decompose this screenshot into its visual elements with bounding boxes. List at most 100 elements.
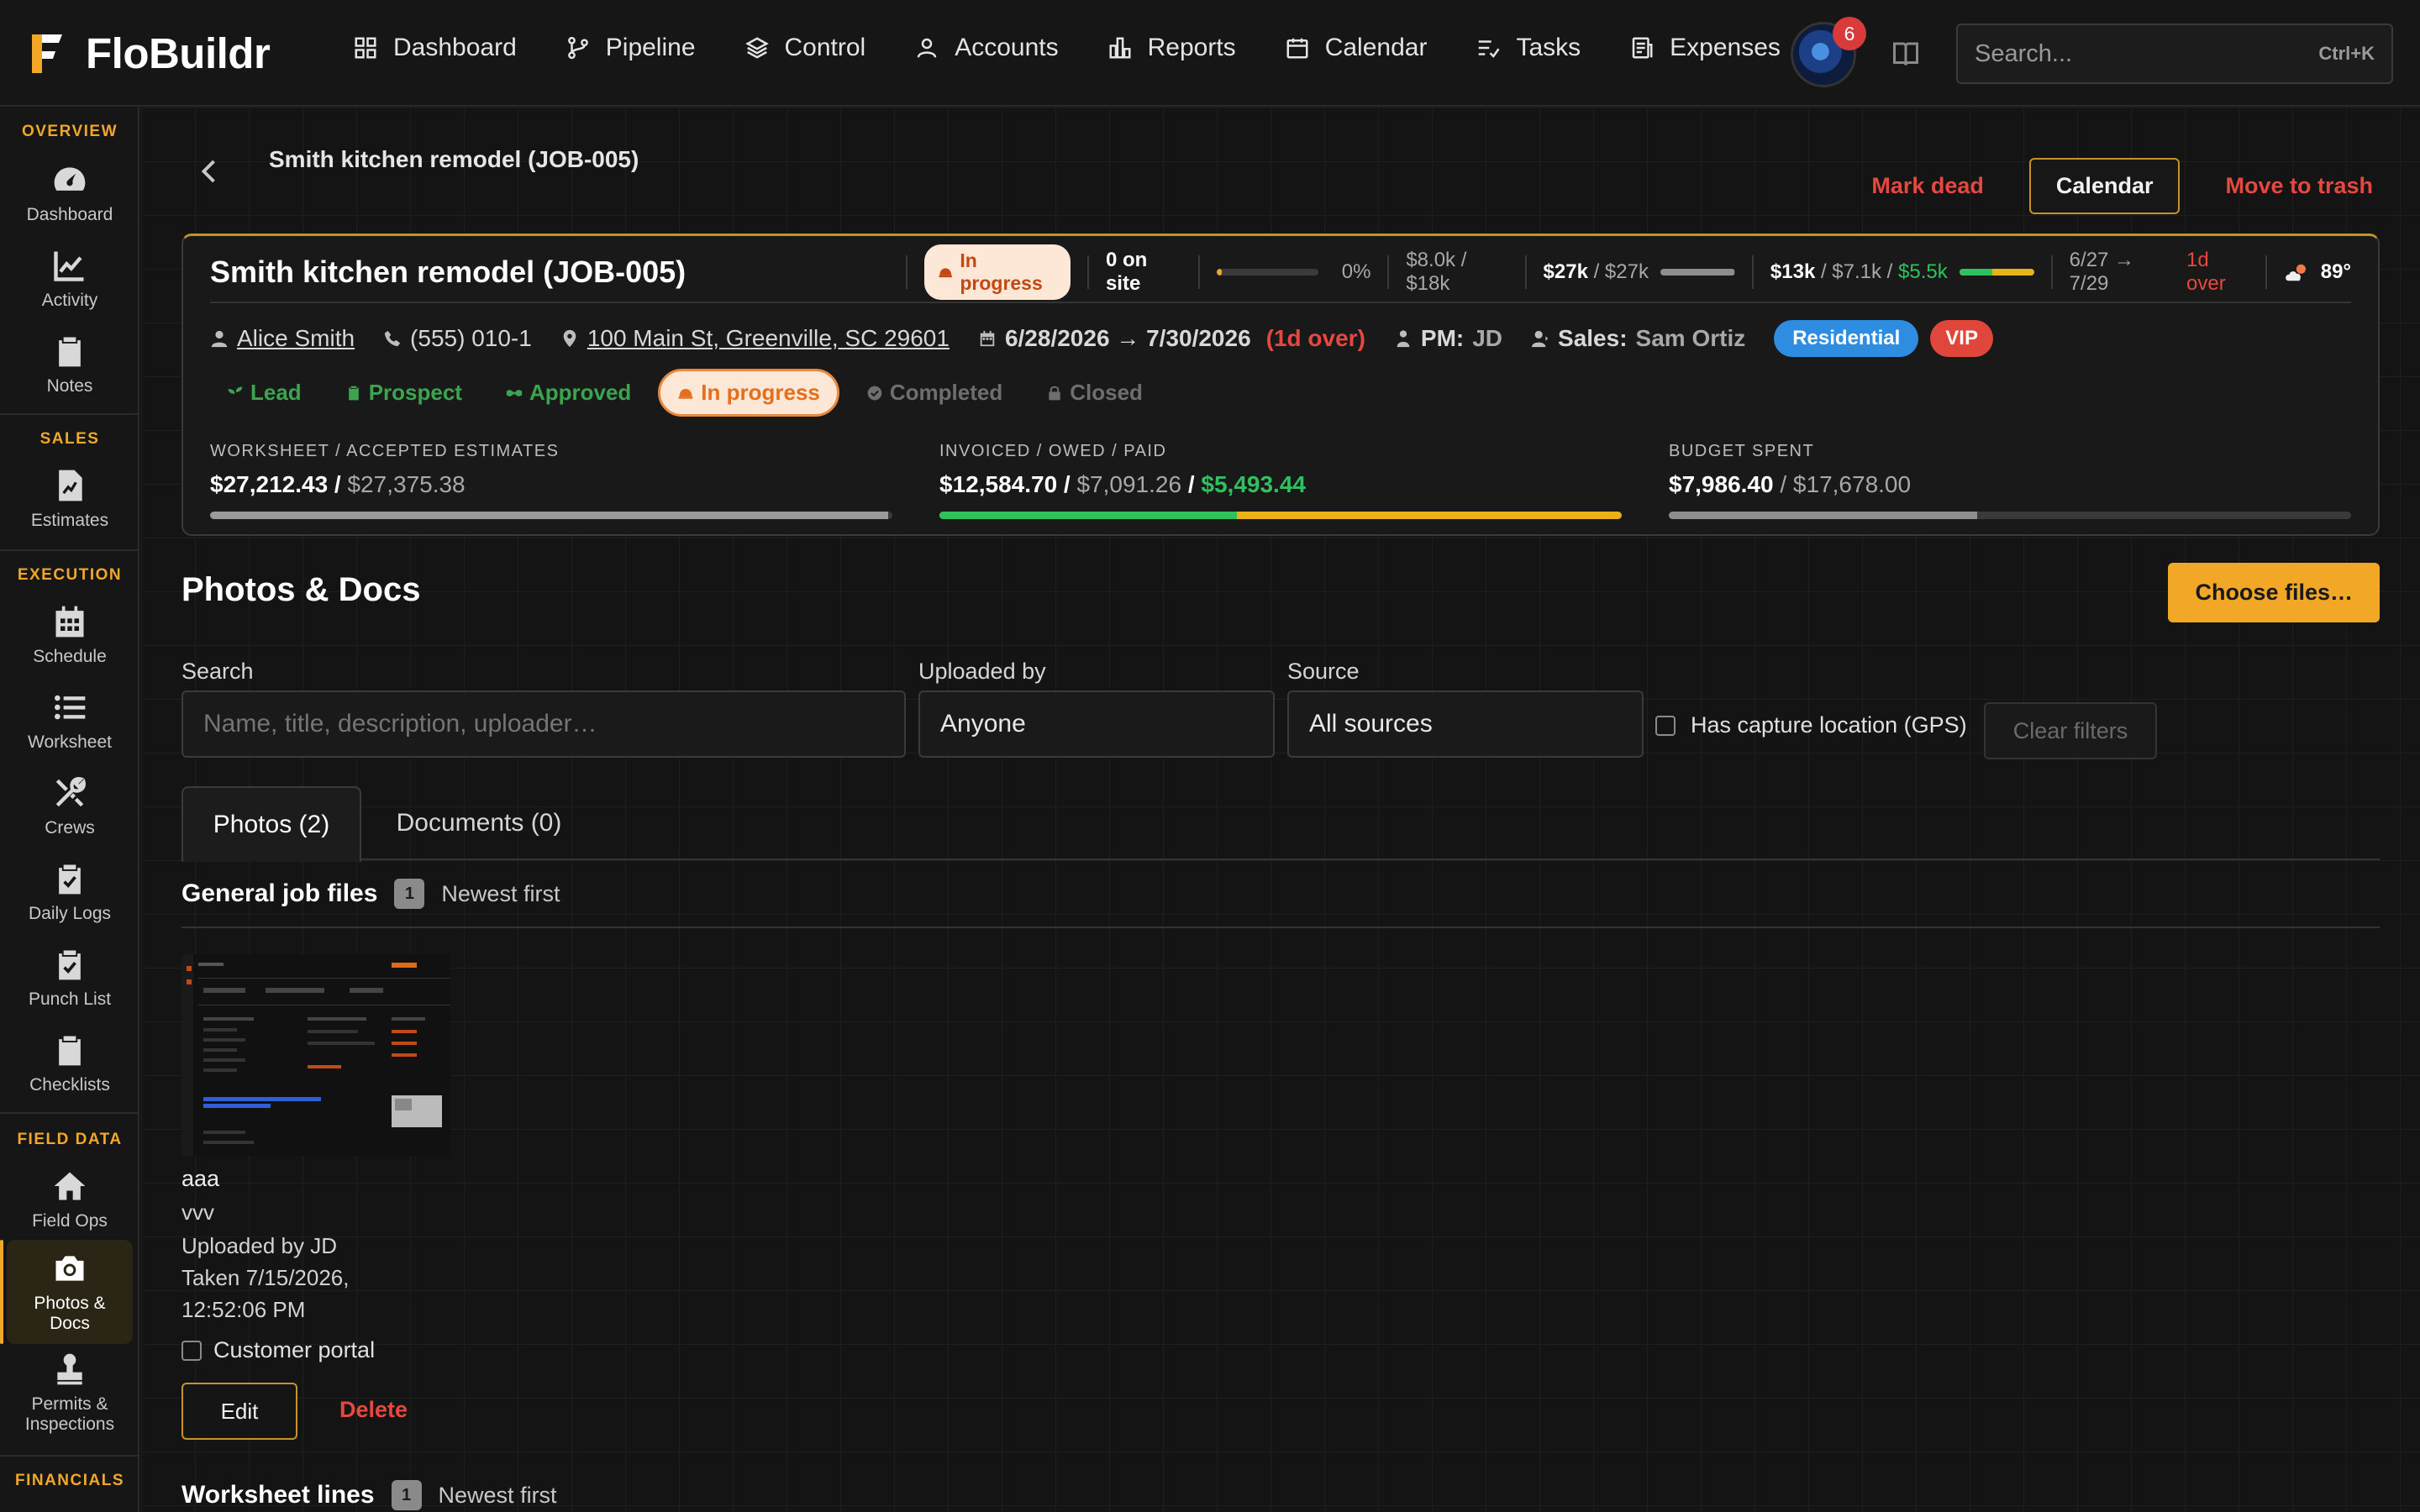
move-to-trash-button[interactable]: Move to trash [2220,172,2378,200]
sidebar-item-schedule[interactable]: Schedule [7,603,133,667]
job-stats-row: In progress 0 on site 0% $8.0k / $18k $2… [889,244,2352,300]
layers-icon [744,37,769,59]
phone-link[interactable]: (555) 010-1 [383,325,532,352]
sidebar-item-label: Dashboard [26,205,113,224]
file-description: vvv [182,1200,214,1225]
edit-file-button[interactable]: Edit [182,1383,297,1440]
tag-residential[interactable]: Residential [1774,320,1919,357]
nav-pipeline[interactable]: Pipeline [566,34,696,62]
check-circle-icon [867,386,882,400]
sidebar-item-estimates[interactable]: Estimates [7,467,133,531]
sidebar-divider [0,1455,139,1457]
book-open-icon[interactable] [1891,39,1921,69]
temperature: 89° [2320,260,2352,283]
stat-divider [1752,255,1754,289]
invoice-owed: $7,091.26 [1076,471,1182,497]
stage-label: Prospect [368,380,462,405]
stage-lead[interactable]: Lead [210,370,318,416]
budget-short: $8.0k / $18k [1406,249,1467,295]
clipboard-check-icon [59,950,81,980]
back-chevron-icon[interactable] [195,156,225,186]
nav-tasks[interactable]: Tasks [1476,34,1581,62]
invoice-summary: INVOICED / OWED / PAID $12,584.70 / $7,0… [939,442,1622,519]
stat-divider [2050,255,2053,289]
search-placeholder: Search... [1975,39,2073,67]
app-logo[interactable]: FloBuildr [30,29,271,78]
sidebar-section-sales: SALES [39,430,100,448]
clear-filters-button[interactable]: Clear filters [1984,702,2157,759]
address-link[interactable]: 100 Main St, Greenville, SC 29601 [560,325,950,352]
nav-reports[interactable]: Reports [1107,34,1236,62]
user-avatar-button[interactable]: 6 [1791,17,1866,87]
date-range-text: 6/28/2026 → 7/30/2026 [1004,325,1251,351]
sidebar-item-crews[interactable]: Crews [7,774,133,838]
sidebar-item-punch-list[interactable]: Punch List [7,946,133,1010]
stage-completed[interactable]: Completed [850,370,1019,416]
source-select[interactable]: All sources [1287,690,1644,758]
sidebar-item-daily-logs[interactable]: Daily Logs [7,860,133,924]
phone-number: (555) 010-1 [410,325,532,351]
delete-file-button[interactable]: Delete [334,1396,413,1424]
receipt-icon [1632,37,1653,59]
gps-filter[interactable]: Has capture location (GPS) [1655,712,1967,738]
nav-calendar[interactable]: Calendar [1285,34,1427,62]
group-sort[interactable]: Newest first [439,1483,557,1509]
file-search-input[interactable] [182,690,906,758]
customer-portal-toggle[interactable]: Customer portal [182,1337,375,1363]
sidebar-item-checklists[interactable]: Checklists [7,1032,133,1095]
nav-expenses-label: Expenses [1670,34,1781,61]
invoice-sep: / [1057,471,1077,497]
clipboard-icon [59,1036,81,1066]
sidebar-item-notes[interactable]: Notes [7,333,133,396]
address: 100 Main St, Greenville, SC 29601 [587,325,950,351]
job-title: Smith kitchen remodel (JOB-005) [210,255,687,289]
sidebar-item-photos-docs[interactable]: Photos & Docs [0,1240,133,1344]
nav-dashboard[interactable]: Dashboard [353,34,517,62]
tab-documents[interactable]: Documents (0) [361,786,597,860]
global-search-input[interactable]: Search... Ctrl+K [1956,24,2393,84]
sidebar-item-label: Crews [45,818,95,837]
sidebar-item-label: Daily Logs [28,904,112,923]
sidebar-section-execution: EXECUTION [17,566,123,584]
gps-checkbox[interactable] [1655,715,1676,736]
calendar-grid-icon [55,606,84,638]
sidebar-item-label: Estimates [30,511,109,530]
group-title: General job files [182,879,378,907]
worksheet-progress-bar [210,512,892,519]
stage-prospect[interactable]: Prospect [329,370,479,416]
customer-portal-checkbox[interactable] [182,1340,202,1361]
sidebar-item-activity[interactable]: Activity [7,247,133,311]
overdue-long: (1d over) [1265,325,1365,351]
activity-chart-icon [54,251,84,281]
invoice-label: INVOICED / OWED / PAID [939,442,1167,460]
sidebar-item-permits[interactable]: Permits & Inspections [7,1351,133,1435]
sidebar-item-field-ops[interactable]: Field Ops [7,1168,133,1231]
nav-accounts[interactable]: Accounts [914,34,1059,62]
nav-expenses[interactable]: Expenses [1629,34,1781,62]
calendar-button[interactable]: Calendar [2028,158,2181,214]
budget-primary: $7,986.40 [1669,471,1774,497]
nav-control[interactable]: Control [744,34,865,62]
worksheet-secondary: $27,375.38 [347,471,466,497]
customer-link[interactable]: Alice Smith [210,325,355,352]
mark-dead-button[interactable]: Mark dead [1866,172,1989,200]
top-nav: Dashboard Pipeline Control Accounts Repo… [353,34,1781,62]
handshake-icon [506,389,523,396]
tag-vip[interactable]: VIP [1930,320,1993,357]
sidebar: OVERVIEW Dashboard Activity Notes SALES … [0,108,139,1512]
uploaded-by-select[interactable]: Anyone [918,690,1275,758]
tab-photos[interactable]: Photos (2) [182,786,361,862]
sidebar-item-dashboard[interactable]: Dashboard [7,161,133,225]
photo-thumbnail[interactable] [182,954,450,1156]
stage-closed[interactable]: Closed [1029,370,1160,416]
choose-files-button[interactable]: Choose files… [2168,563,2380,622]
stage-in-progress[interactable]: In progress [658,369,839,417]
stage-label: Completed [889,380,1003,405]
stage-approved[interactable]: Approved [489,370,648,416]
customer-name: Alice Smith [237,325,355,351]
sidebar-item-worksheet[interactable]: Worksheet [7,689,133,753]
group-sort[interactable]: Newest first [441,881,560,907]
app-name: FloBuildr [86,29,271,77]
sidebar-section-field-data: FIELD DATA [17,1131,123,1148]
file-tabs: Photos (2) Documents (0) [182,786,2380,862]
